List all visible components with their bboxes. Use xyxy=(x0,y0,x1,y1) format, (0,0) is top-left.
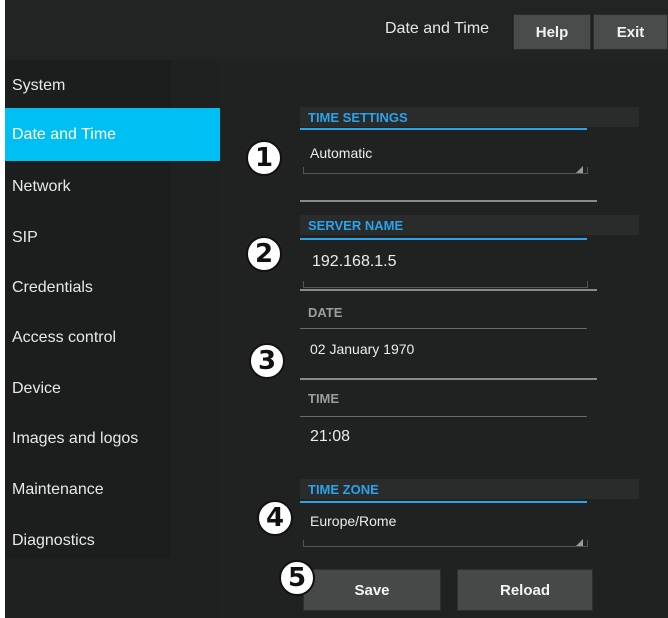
time-zone-value: Europe/Rome xyxy=(310,513,397,529)
exit-button[interactable]: Exit xyxy=(593,14,668,50)
top-bar: Date and Time Help Exit xyxy=(5,0,668,60)
sidebar-item-system[interactable]: System xyxy=(5,60,171,111)
sidebar-item-credentials[interactable]: Credentials xyxy=(5,262,171,313)
time-value: 21:08 xyxy=(310,428,351,445)
time-settings-select[interactable]: Automatic xyxy=(300,130,590,176)
dropdown-corner-icon xyxy=(576,166,583,173)
separator xyxy=(300,200,597,202)
date-label: DATE xyxy=(308,304,343,320)
sidebar: System Date and Time Network SIP Credent… xyxy=(5,60,227,558)
sidebar-item-network[interactable]: Network xyxy=(5,161,171,212)
date-input[interactable]: 02 January 1970 xyxy=(300,330,590,376)
callout-marker-2: 2 xyxy=(246,236,282,272)
time-settings-field-border xyxy=(303,167,588,174)
sidebar-item-access-control[interactable]: Access control xyxy=(5,312,171,363)
time-underline xyxy=(300,416,587,417)
time-label: TIME xyxy=(308,390,340,406)
date-underline xyxy=(300,328,587,329)
time-input[interactable]: 21:08 xyxy=(300,418,590,460)
page-title: Date and Time xyxy=(385,20,490,37)
time-zone-select[interactable]: Europe/Rome xyxy=(300,503,590,549)
callout-marker-1: 1 xyxy=(246,140,282,176)
server-name-label: SERVER NAME xyxy=(300,215,639,235)
settings-panel: TIME SETTINGS Automatic SERVER NAME 192.… xyxy=(220,60,668,618)
time-zone-field-border xyxy=(303,540,588,547)
sidebar-item-date-and-time[interactable]: Date and Time xyxy=(5,108,227,161)
callout-marker-3: 3 xyxy=(249,343,285,379)
server-name-underline xyxy=(300,238,587,240)
time-settings-label: TIME SETTINGS xyxy=(300,107,639,127)
reload-button[interactable]: Reload xyxy=(457,569,593,611)
callout-marker-4: 4 xyxy=(257,500,293,536)
callout-marker-5: 5 xyxy=(279,560,315,596)
dropdown-corner-icon xyxy=(576,539,583,546)
server-name-input[interactable]: 192.168.1.5 xyxy=(300,241,590,288)
app-window: Date and Time Help Exit System Date and … xyxy=(5,0,668,618)
help-button[interactable]: Help xyxy=(513,14,591,50)
server-name-field-border xyxy=(303,281,588,288)
save-button[interactable]: Save xyxy=(303,569,441,611)
time-zone-label: TIME ZONE xyxy=(300,479,639,499)
server-name-value: 192.168.1.5 xyxy=(312,253,397,270)
time-settings-value: Automatic xyxy=(310,145,373,161)
sidebar-item-device[interactable]: Device xyxy=(5,363,171,414)
separator xyxy=(300,289,597,291)
separator xyxy=(300,378,597,380)
sidebar-item-diagnostics[interactable]: Diagnostics xyxy=(5,515,171,566)
sidebar-item-sip[interactable]: SIP xyxy=(5,212,171,263)
sidebar-item-maintenance[interactable]: Maintenance xyxy=(5,464,171,515)
date-value: 02 January 1970 xyxy=(310,341,415,357)
sidebar-item-images-and-logos[interactable]: Images and logos xyxy=(5,413,171,464)
